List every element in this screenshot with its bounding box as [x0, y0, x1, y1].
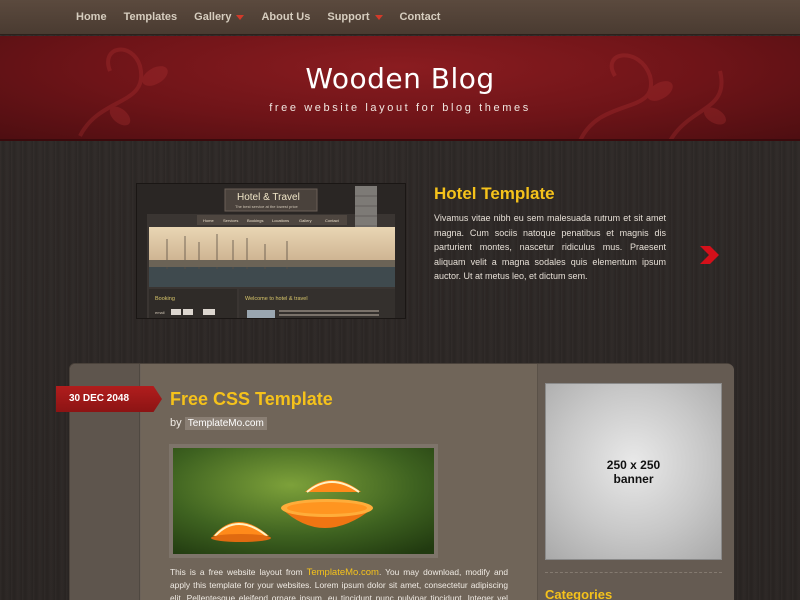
nav-item-about-us[interactable]: About Us — [261, 0, 310, 35]
post-image — [169, 444, 438, 558]
banner-size-label: 250 x 250 — [606, 457, 661, 472]
hotel-template-screenshot: Hotel & Travel The best service at the l… — [137, 184, 405, 318]
featured-thumbnail[interactable]: Hotel & Travel The best service at the l… — [136, 183, 406, 319]
site-title[interactable]: Wooden Blog — [0, 62, 800, 95]
banner-label: banner — [613, 471, 654, 486]
svg-text:email: email — [155, 310, 165, 315]
featured-description: Vivamus vitae nibh eu sem malesuada rutr… — [434, 213, 666, 281]
slider-next-arrow-icon[interactable] — [698, 244, 720, 266]
svg-text:Home: Home — [203, 218, 214, 223]
top-navigation: Home Templates Gallery About Us Support … — [0, 0, 800, 35]
orange-slices-photo — [173, 448, 434, 554]
nav-item-templates[interactable]: Templates — [124, 0, 178, 35]
site-header: Wooden Blog free website layout for blog… — [0, 36, 800, 141]
post-date-ribbon: 30 DEC 2048 — [56, 386, 162, 412]
post-author-link[interactable]: TemplateMo.com — [184, 417, 267, 430]
nav-item-support[interactable]: Support — [327, 0, 383, 35]
svg-text:Locations: Locations — [272, 218, 289, 223]
post-excerpt: This is a free website layout from Templ… — [170, 567, 508, 600]
nav-item-home[interactable]: Home — [76, 0, 107, 35]
svg-text:Services: Services — [223, 218, 238, 223]
nav-item-contact[interactable]: Contact — [400, 0, 441, 35]
ad-banner[interactable]: 250 x 250 banner — [545, 383, 722, 560]
templatemo-link[interactable]: TemplateMo.com — [307, 567, 379, 578]
nav-list: Home Templates Gallery About Us Support … — [0, 0, 800, 35]
svg-text:Booking: Booking — [155, 296, 175, 302]
sidebar-divider — [545, 572, 722, 573]
svg-text:Contact: Contact — [325, 218, 340, 223]
dropdown-caret-icon — [374, 14, 383, 20]
thumb-title: Hotel & Travel — [237, 192, 300, 203]
featured-title[interactable]: Hotel Template — [434, 184, 555, 204]
post-byline: by TemplateMo.com — [170, 417, 267, 430]
svg-text:Welcome to hotel & travel: Welcome to hotel & travel — [245, 296, 308, 302]
thumb-subtitle: The best service at the lowest price — [235, 204, 298, 209]
post-title[interactable]: Free CSS Template — [170, 389, 333, 410]
dropdown-caret-icon — [236, 14, 245, 20]
svg-text:Gallery: Gallery — [299, 218, 312, 223]
nav-item-gallery[interactable]: Gallery — [194, 0, 245, 35]
site-tagline: free website layout for blog themes — [269, 102, 531, 114]
categories-heading: Categories — [545, 587, 613, 600]
svg-text:Bookings: Bookings — [247, 218, 263, 223]
